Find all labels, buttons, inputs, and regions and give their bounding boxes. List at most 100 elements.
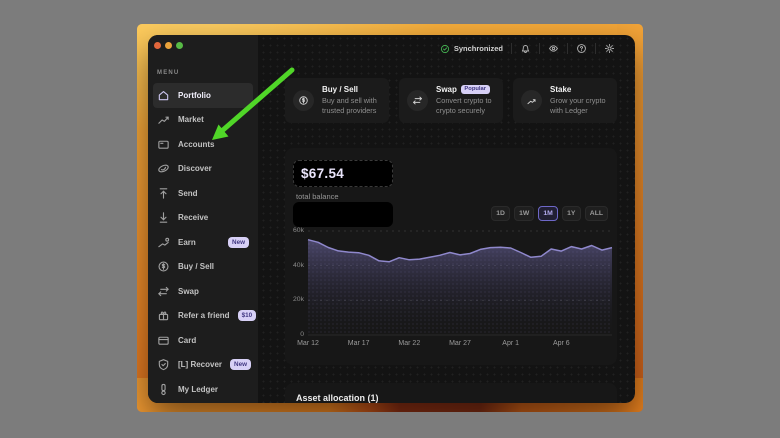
total-balance-caption: total balance bbox=[296, 192, 339, 201]
divider bbox=[567, 43, 568, 54]
sidebar-item-refer-a-friend[interactable]: Refer a friend $10 bbox=[153, 304, 253, 329]
menu-section-label: MENU bbox=[157, 70, 258, 76]
dollar-coin-icon bbox=[157, 260, 170, 273]
swap-card[interactable]: Swap Popular Convert crypto to crypto se… bbox=[399, 78, 503, 123]
swap-arrows-icon bbox=[407, 90, 428, 111]
dollar-coin-icon bbox=[293, 90, 314, 111]
range-button-1d[interactable]: 1D bbox=[491, 206, 510, 221]
divider bbox=[539, 43, 540, 54]
sidebar-item-label: Discover bbox=[178, 164, 212, 173]
arrow-down-icon bbox=[157, 211, 170, 224]
sidebar-item-swap[interactable]: Swap bbox=[153, 279, 253, 304]
x-tick-label: Mar 22 bbox=[398, 340, 420, 347]
card-description: Buy and sell with trusted providers bbox=[322, 96, 381, 116]
sync-status[interactable]: Synchronized bbox=[440, 44, 503, 54]
sidebar-item-label: Refer a friend bbox=[178, 311, 230, 320]
sidebar-item-label: Receive bbox=[178, 213, 208, 222]
total-balance-box: $67.54 bbox=[293, 160, 393, 187]
close-window-button[interactable] bbox=[154, 42, 161, 49]
sidebar-item-label: Buy / Sell bbox=[178, 262, 214, 271]
range-button-1y[interactable]: 1Y bbox=[562, 206, 581, 221]
sidebar-item-label: [L] Recover bbox=[178, 360, 222, 369]
balance-area-chart: 60k40k20k0Mar 12Mar 17Mar 22Mar 27Apr 1A… bbox=[308, 227, 612, 335]
sidebar-item-recover[interactable]: [L] Recover New bbox=[153, 353, 253, 378]
sidebar-item-my-ledger[interactable]: My Ledger bbox=[153, 377, 253, 402]
planet-icon bbox=[157, 162, 170, 175]
range-button-all[interactable]: ALL bbox=[585, 206, 608, 221]
nano-device-icon bbox=[157, 383, 170, 396]
area-fill bbox=[308, 240, 612, 335]
app-window: MENU Portfolio Market Accounts Discover bbox=[148, 35, 635, 403]
traffic-lights bbox=[148, 35, 258, 49]
portfolio-chart-card: $67.54 total balance 1D 1W 1M 1Y ALL 60k… bbox=[285, 148, 617, 365]
desktop-background: MENU Portfolio Market Accounts Discover bbox=[0, 0, 780, 438]
market-chart-icon bbox=[157, 113, 170, 126]
card-description: Grow your crypto with Ledger bbox=[550, 96, 609, 116]
minimize-window-button[interactable] bbox=[165, 42, 172, 49]
x-tick-label: Apr 1 bbox=[502, 340, 519, 347]
sidebar-item-send[interactable]: Send bbox=[153, 181, 253, 206]
card-title: Buy / Sell bbox=[322, 85, 358, 94]
range-button-1m[interactable]: 1M bbox=[538, 206, 557, 221]
check-circle-icon bbox=[440, 44, 450, 54]
card-title: Stake bbox=[550, 85, 571, 94]
time-range-selector: 1D 1W 1M 1Y ALL bbox=[491, 206, 608, 221]
x-tick-label: Mar 12 bbox=[297, 340, 319, 347]
new-badge: New bbox=[228, 237, 249, 248]
sidebar-item-discover[interactable]: Discover bbox=[153, 157, 253, 182]
swap-arrows-icon bbox=[157, 285, 170, 298]
sidebar-item-label: My Ledger bbox=[178, 385, 218, 394]
sidebar-item-card[interactable]: Card bbox=[153, 328, 253, 353]
divider bbox=[511, 43, 512, 54]
popular-badge: Popular bbox=[461, 85, 490, 94]
eye-icon[interactable] bbox=[548, 43, 559, 54]
sidebar-item-earn[interactable]: Earn New bbox=[153, 230, 253, 255]
x-tick-label: Apr 6 bbox=[553, 340, 570, 347]
bell-icon[interactable] bbox=[520, 43, 531, 54]
shield-check-icon bbox=[157, 358, 170, 371]
sidebar-item-accounts[interactable]: Accounts bbox=[153, 132, 253, 157]
redacted-balance-delta bbox=[293, 202, 393, 227]
home-icon bbox=[157, 89, 170, 102]
total-balance-value: $67.54 bbox=[301, 166, 344, 181]
sidebar: MENU Portfolio Market Accounts Discover bbox=[148, 35, 258, 403]
sidebar-item-buy-sell[interactable]: Buy / Sell bbox=[153, 255, 253, 280]
zoom-window-button[interactable] bbox=[176, 42, 183, 49]
new-badge: New bbox=[230, 359, 251, 370]
y-tick-label: 40k bbox=[285, 262, 304, 269]
divider bbox=[595, 43, 596, 54]
quick-actions: Buy / Sell Buy and sell with trusted pro… bbox=[285, 78, 617, 123]
sidebar-item-label: Market bbox=[178, 115, 204, 124]
wallet-icon bbox=[157, 138, 170, 151]
sidebar-item-label: Portfolio bbox=[178, 91, 211, 100]
sidebar-item-label: Send bbox=[178, 189, 198, 198]
arrow-up-icon bbox=[157, 187, 170, 200]
main-content: Synchronized Buy / Sell bbox=[258, 35, 635, 403]
earn-growth-icon bbox=[157, 236, 170, 249]
x-tick-label: Mar 27 bbox=[449, 340, 471, 347]
wallpaper: MENU Portfolio Market Accounts Discover bbox=[137, 24, 643, 412]
credit-card-icon bbox=[157, 334, 170, 347]
sidebar-item-receive[interactable]: Receive bbox=[153, 206, 253, 231]
sidebar-item-label: Swap bbox=[178, 287, 199, 296]
asset-allocation-card: Asset allocation (1) bbox=[285, 383, 617, 403]
sync-status-label: Synchronized bbox=[454, 44, 503, 53]
y-tick-label: 60k bbox=[285, 227, 304, 234]
sidebar-item-market[interactable]: Market bbox=[153, 108, 253, 133]
x-tick-label: Mar 17 bbox=[348, 340, 370, 347]
sidebar-item-portfolio[interactable]: Portfolio bbox=[153, 83, 253, 108]
card-description: Convert crypto to crypto securely bbox=[436, 96, 495, 116]
stake-card[interactable]: Stake Grow your crypto with Ledger bbox=[513, 78, 617, 123]
settings-gear-icon[interactable] bbox=[604, 43, 615, 54]
help-icon[interactable] bbox=[576, 43, 587, 54]
asset-allocation-title: Asset allocation (1) bbox=[296, 393, 379, 403]
topbar: Synchronized bbox=[440, 43, 615, 54]
range-button-1w[interactable]: 1W bbox=[514, 206, 534, 221]
card-title: Swap bbox=[436, 85, 457, 94]
buy-sell-card[interactable]: Buy / Sell Buy and sell with trusted pro… bbox=[285, 78, 389, 123]
sidebar-item-label: Accounts bbox=[178, 140, 214, 149]
sidebar-item-label: Earn bbox=[178, 238, 196, 247]
reward-badge: $10 bbox=[238, 310, 257, 321]
stake-growth-icon bbox=[521, 90, 542, 111]
y-tick-label: 0 bbox=[285, 331, 304, 338]
